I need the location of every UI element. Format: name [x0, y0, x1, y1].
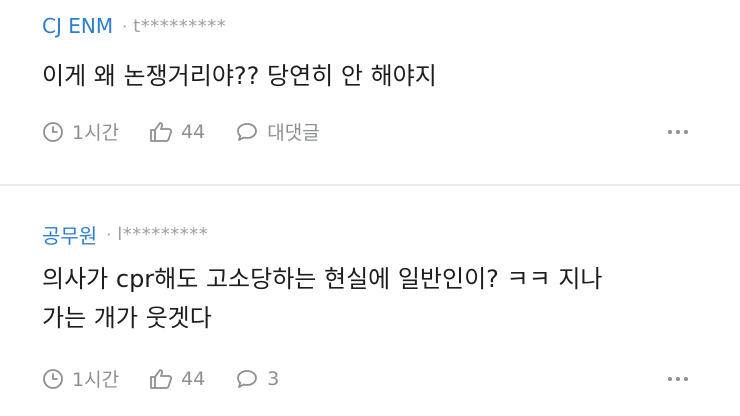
clock-icon	[43, 121, 63, 142]
more-options-icon[interactable]	[668, 377, 688, 381]
like-count: 44	[181, 120, 206, 143]
separator-dot: ·	[106, 225, 112, 244]
time-stamp: 1시간	[42, 365, 119, 392]
reply-button[interactable]: 3	[235, 368, 279, 390]
comment-text: 이게 왜 논쟁거리야?? 당연히 안 해야지	[42, 57, 437, 96]
clock-icon	[43, 368, 63, 389]
speech-bubble-icon	[237, 369, 258, 388]
separator-dot: ·	[122, 16, 128, 36]
like-count: 44	[181, 367, 206, 390]
comment-meta: 공무원 · l*********	[42, 220, 208, 249]
speech-bubble-icon	[237, 122, 258, 141]
thumbs-up-icon	[150, 368, 173, 389]
comment-text-line: 의사가 cpr해도 고소당하는 현실에 일반인이? ㅋㅋ 지나	[42, 265, 603, 293]
comment-2: 공무원 · l********* 의사가 cpr해도 고소당하는 현실에 일반인…	[0, 186, 740, 416]
like-button[interactable]: 44	[149, 368, 205, 390]
comment-text-line: 이게 왜 논쟁거리야?? 당연히 안 해야지	[42, 62, 437, 90]
author-name[interactable]: 공무원	[42, 220, 97, 249]
more-options-icon[interactable]	[668, 130, 688, 134]
like-button[interactable]: 44	[149, 121, 205, 143]
comment-1: CJ ENM · t********* 이게 왜 논쟁거리야?? 당연히 안 해…	[0, 0, 740, 186]
time-label: 1시간	[72, 369, 120, 391]
author-name[interactable]: CJ ENM	[42, 14, 113, 38]
reply-button[interactable]: 대댓글	[235, 118, 320, 145]
comment-text-line: 가는 개가 웃겟다	[42, 304, 212, 332]
reply-count: 3	[267, 367, 280, 390]
comment-text: 의사가 cpr해도 고소당하는 현실에 일반인이? ㅋㅋ 지나 가는 개가 웃겟…	[42, 260, 603, 338]
masked-user-id: l*********	[117, 224, 209, 245]
thumbs-up-icon	[150, 121, 173, 142]
masked-user-id: t*********	[133, 15, 227, 37]
comment-actions: 1시간 44 대댓글	[42, 118, 350, 145]
comment-actions: 1시간 44 3	[42, 365, 309, 392]
time-label: 1시간	[72, 122, 120, 144]
comment-meta: CJ ENM · t*********	[42, 14, 226, 38]
reply-label: 대댓글	[267, 122, 320, 144]
time-stamp: 1시간	[42, 118, 119, 145]
